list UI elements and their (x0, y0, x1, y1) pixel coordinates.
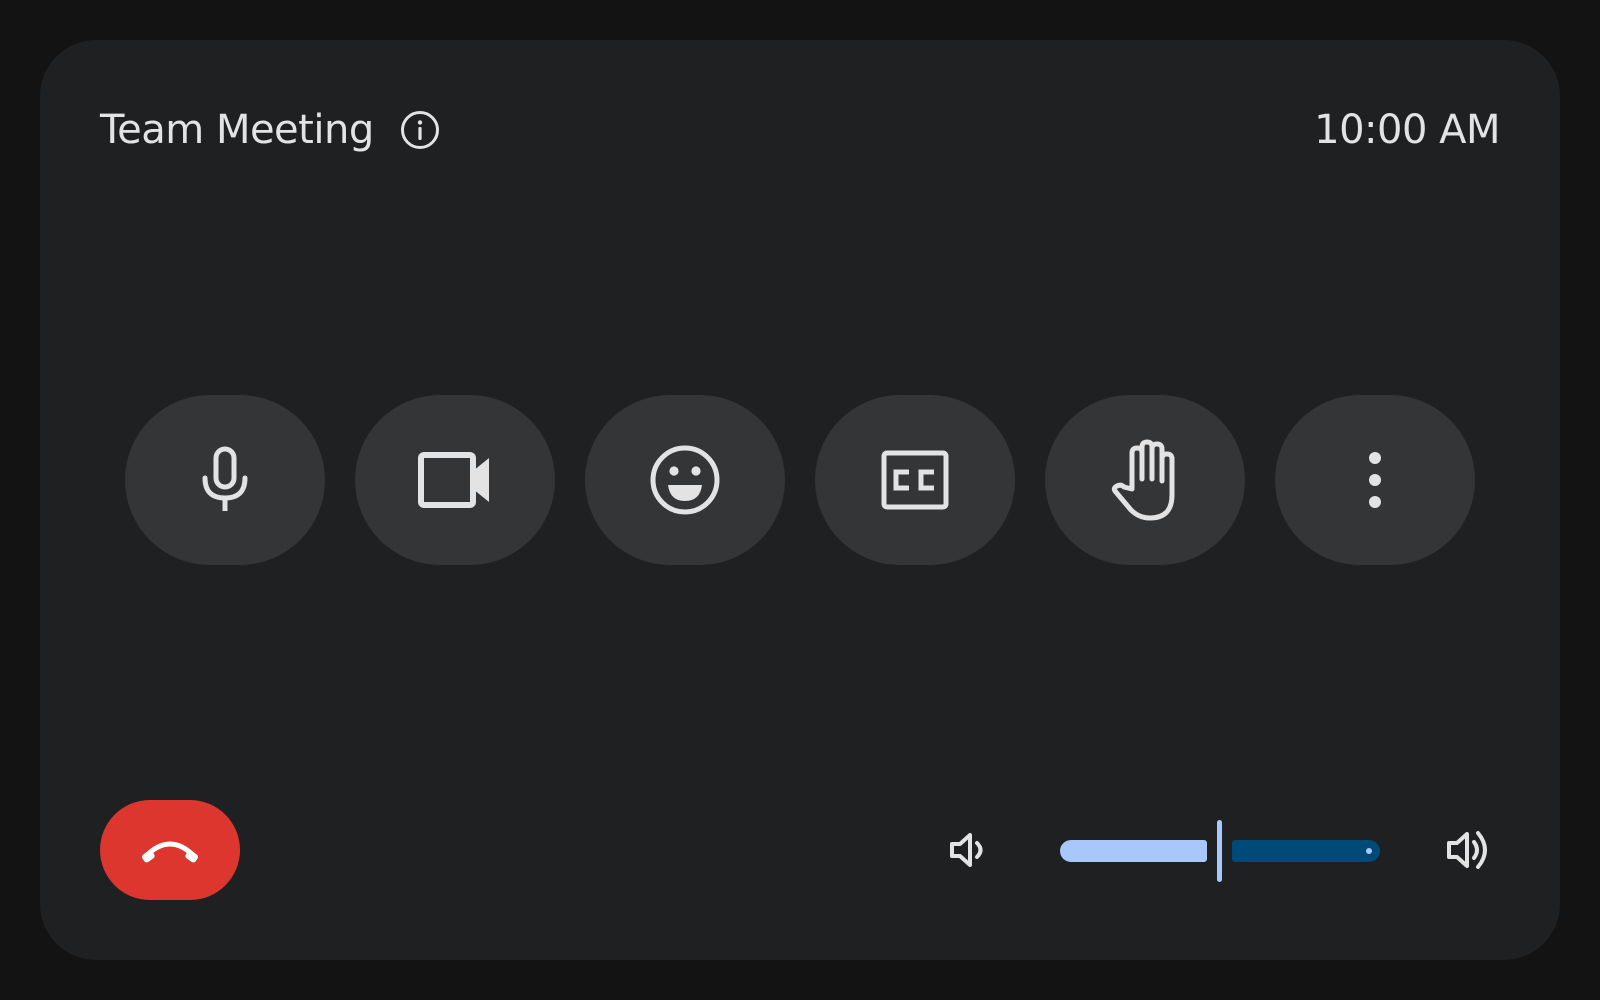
volume-up-icon (1447, 831, 1487, 869)
captions-button[interactable] (815, 395, 1015, 565)
raise-hand-button[interactable] (1045, 395, 1245, 565)
more-vert-icon (1369, 452, 1381, 508)
more-options-button[interactable] (1275, 395, 1475, 565)
volume-slider-thumb[interactable] (1217, 820, 1222, 882)
emoji-icon (650, 445, 720, 515)
reactions-button[interactable] (585, 395, 785, 565)
meeting-panel: Team Meeting 10:00 AM (40, 40, 1560, 960)
volume-slider-inactive-track (1232, 840, 1380, 862)
meeting-info-button[interactable] (398, 108, 442, 152)
meeting-title: Team Meeting (100, 107, 374, 153)
raise-hand-icon (1111, 439, 1175, 521)
volume-down-button[interactable] (940, 822, 996, 878)
volume-slider-stop-indicator (1366, 848, 1372, 854)
meeting-header: Team Meeting (100, 106, 442, 154)
volume-up-button[interactable] (1442, 822, 1498, 878)
videocam-icon (418, 452, 489, 508)
meeting-time: 10:00 AM (1314, 107, 1500, 153)
closed-captions-icon (881, 450, 949, 510)
volume-down-icon (950, 833, 983, 867)
volume-slider-active-track (1060, 840, 1207, 862)
leave-call-button[interactable] (100, 800, 240, 900)
call-controls (125, 395, 1475, 565)
volume-slider[interactable] (1060, 810, 1380, 890)
call-end-icon (141, 841, 199, 863)
camera-button[interactable] (355, 395, 555, 565)
info-icon (400, 111, 439, 149)
microphone-button[interactable] (125, 395, 325, 565)
microphone-icon (202, 446, 248, 511)
